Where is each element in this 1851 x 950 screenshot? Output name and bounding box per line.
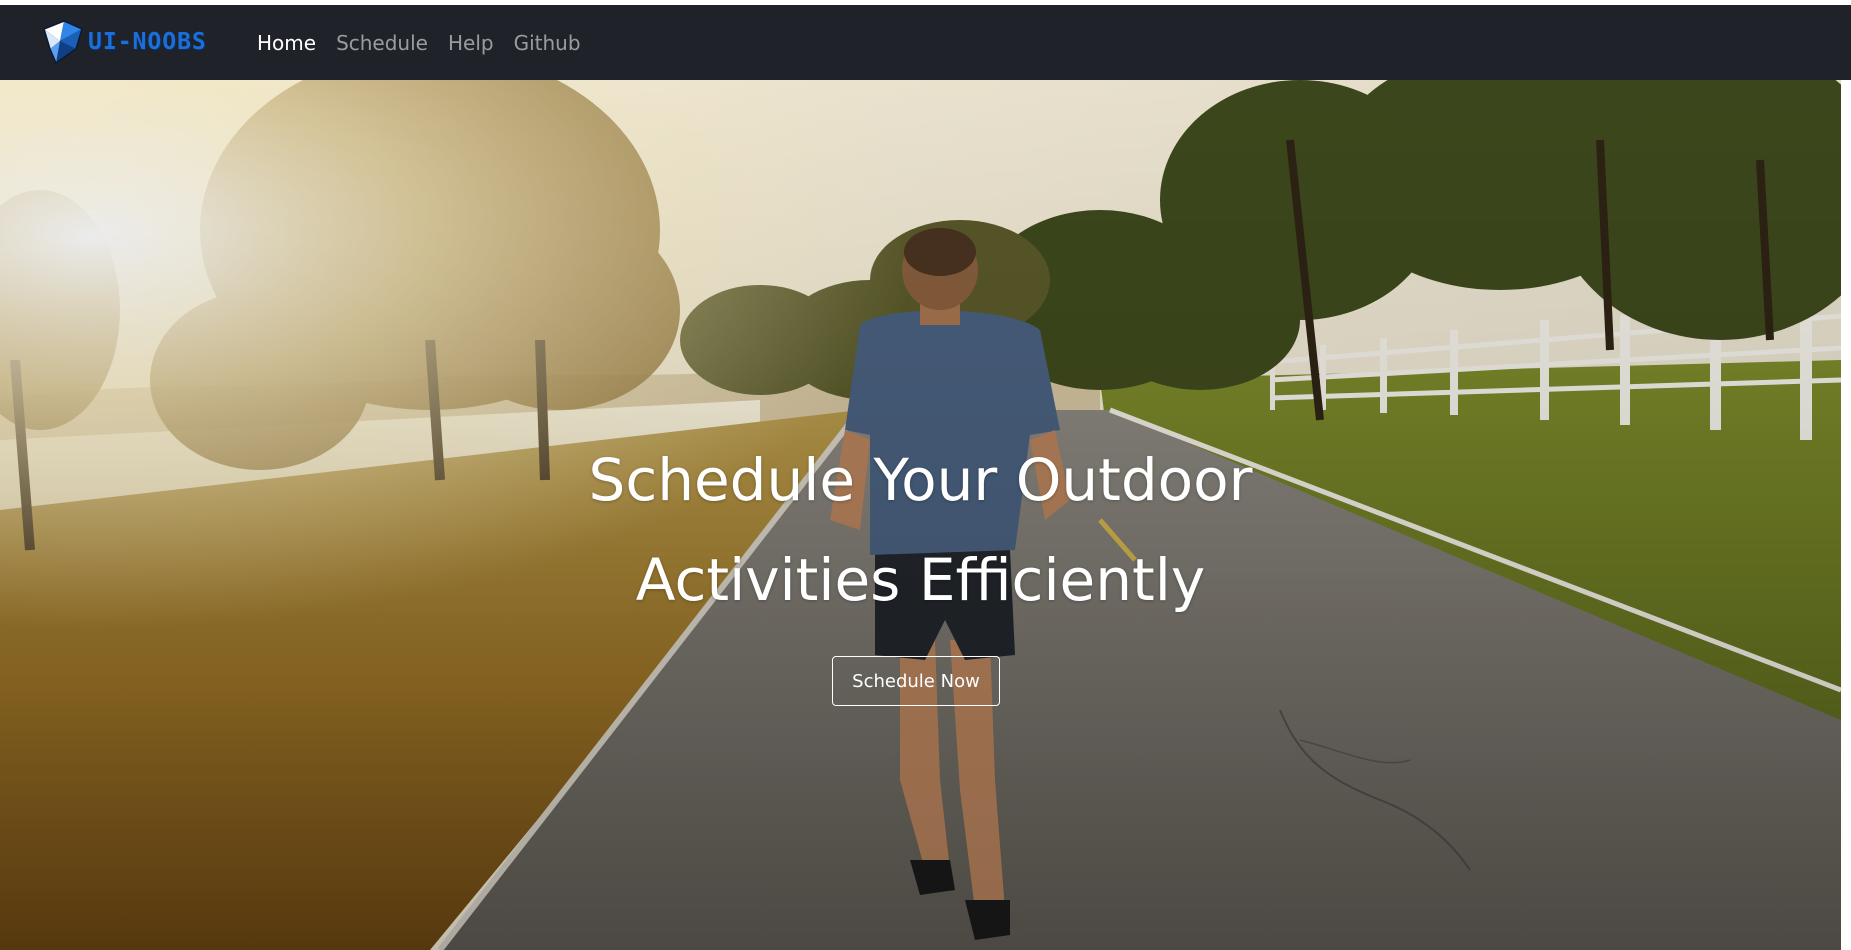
nav-link-github[interactable]: Github xyxy=(514,31,581,55)
landing-page: UI-NOOBS Home Schedule Help Github Sched… xyxy=(0,0,1851,950)
nav-links: Home Schedule Help Github xyxy=(257,5,601,80)
brand-link[interactable]: UI-NOOBS xyxy=(42,19,207,65)
origami-bird-logo-icon xyxy=(43,20,83,65)
hero-section: Schedule Your Outdoor Activities Efficie… xyxy=(0,80,1841,950)
navbar: UI-NOOBS Home Schedule Help Github xyxy=(0,5,1851,80)
hero-title-line-2: Activities Efficiently xyxy=(635,546,1206,614)
hero-title: Schedule Your Outdoor Activities Efficie… xyxy=(0,430,1841,630)
nav-link-schedule[interactable]: Schedule xyxy=(336,31,428,55)
scrollbar-gutter xyxy=(1841,80,1851,950)
nav-link-home[interactable]: Home xyxy=(257,31,316,55)
nav-link-help[interactable]: Help xyxy=(448,31,494,55)
hero-title-line-1: Schedule Your Outdoor xyxy=(588,446,1253,514)
schedule-now-button[interactable]: Schedule Now xyxy=(832,656,1000,706)
brand-name: UI-NOOBS xyxy=(88,29,207,55)
